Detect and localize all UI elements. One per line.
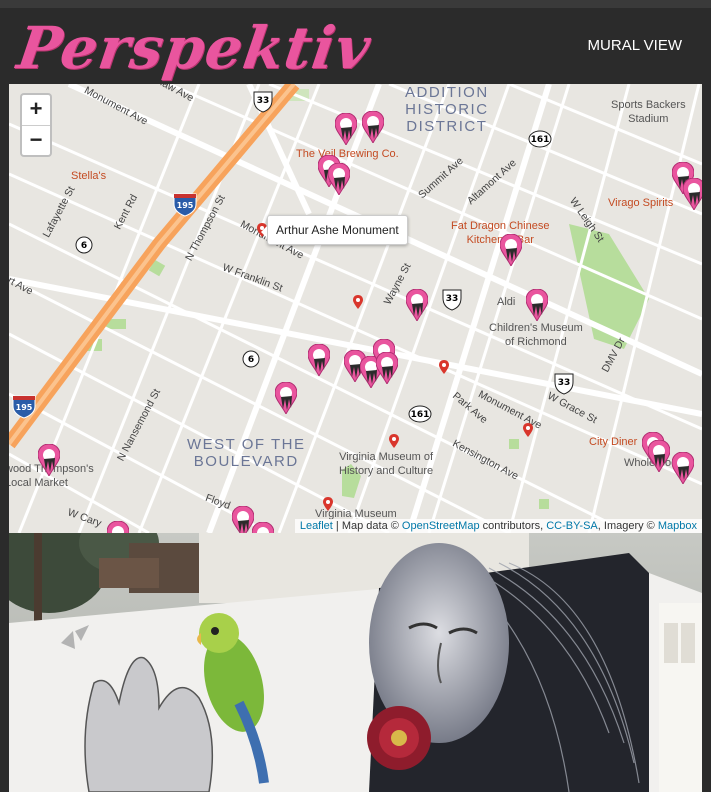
site-logo[interactable]: Perspektiv	[13, 14, 375, 82]
poi-stellas: Stella's	[71, 170, 107, 182]
leaflet-link[interactable]: Leaflet	[300, 520, 333, 532]
poi-sports-backers: Sports Backers Stadium	[611, 99, 686, 125]
svg-text:33: 33	[558, 378, 571, 388]
district-addition-label: ADDITION HISTORIC DISTRICT	[405, 84, 489, 135]
poi-virago: Virago Spirits	[608, 197, 674, 209]
poi-aldi: Aldi	[497, 296, 516, 308]
zoom-out-button[interactable]: −	[22, 125, 50, 155]
location-pin-icon[interactable]	[523, 423, 533, 437]
mural-marker-icon[interactable]	[526, 289, 548, 321]
map-attribution: Leaflet | Map data © OpenStreetMap contr…	[294, 519, 702, 533]
poi-vmhc: Virginia Museum of History and Culture	[339, 451, 434, 477]
osm-link[interactable]: OpenStreetMap	[402, 520, 480, 532]
poi-veil-brewing: The Veil Brewing Co.	[296, 148, 399, 160]
svg-text:195: 195	[177, 201, 194, 210]
mural-map[interactable]: 33 33 33 161 161 6 6 195 195 ADDITION HI…	[9, 84, 702, 533]
mural-marker-icon[interactable]	[683, 178, 702, 210]
svg-text:6: 6	[81, 241, 87, 251]
svg-text:33: 33	[446, 294, 459, 304]
mural-marker-icon[interactable]	[648, 440, 670, 472]
poi-childrens-museum: Children's Museum of Richmond	[489, 322, 583, 348]
poi-city-diner: City Diner	[589, 436, 638, 448]
us33-shield-a-label: 33	[257, 96, 270, 106]
mural-marker-icon[interactable]	[362, 111, 384, 143]
svg-text:161: 161	[531, 135, 550, 145]
mural-marker-icon[interactable]	[252, 522, 274, 533]
zoom-in-button[interactable]: +	[22, 95, 50, 125]
nav-mural-view[interactable]: MURAL VIEW	[588, 37, 682, 54]
svg-text:195: 195	[16, 403, 33, 412]
mural-marker-icon[interactable]	[500, 234, 522, 266]
zoom-control: + −	[20, 93, 52, 157]
top-strip	[0, 0, 711, 8]
map-tooltip: Arthur Ashe Monument	[261, 215, 408, 245]
mural-marker-icon[interactable]	[38, 444, 60, 476]
mural-marker-icon[interactable]	[406, 289, 428, 321]
mural-marker-icon[interactable]	[107, 521, 129, 533]
location-pin-icon[interactable]	[353, 295, 363, 309]
svg-text:6: 6	[248, 355, 254, 365]
mural-image	[9, 533, 702, 792]
mural-marker-icon[interactable]	[232, 506, 254, 533]
mural-marker-icon[interactable]	[275, 382, 297, 414]
district-west-label: WEST OF THE BOULEVARD	[187, 436, 306, 470]
mural-marker-icon[interactable]	[308, 344, 330, 376]
mural-marker-icon[interactable]	[328, 163, 350, 195]
svg-text:161: 161	[411, 410, 430, 420]
mural-marker-icon[interactable]	[335, 113, 357, 145]
location-pin-icon[interactable]	[439, 360, 449, 374]
mural-marker-icon[interactable]	[376, 352, 398, 384]
location-pin-icon[interactable]	[389, 434, 399, 448]
mural-marker-icon[interactable]	[672, 452, 694, 484]
mapbox-link[interactable]: Mapbox	[658, 520, 697, 532]
mural-photo[interactable]	[9, 533, 702, 792]
site-header: Perspektiv MURAL VIEW	[0, 8, 711, 84]
license-link[interactable]: CC-BY-SA	[546, 520, 598, 532]
location-pin-icon[interactable]	[323, 497, 333, 511]
